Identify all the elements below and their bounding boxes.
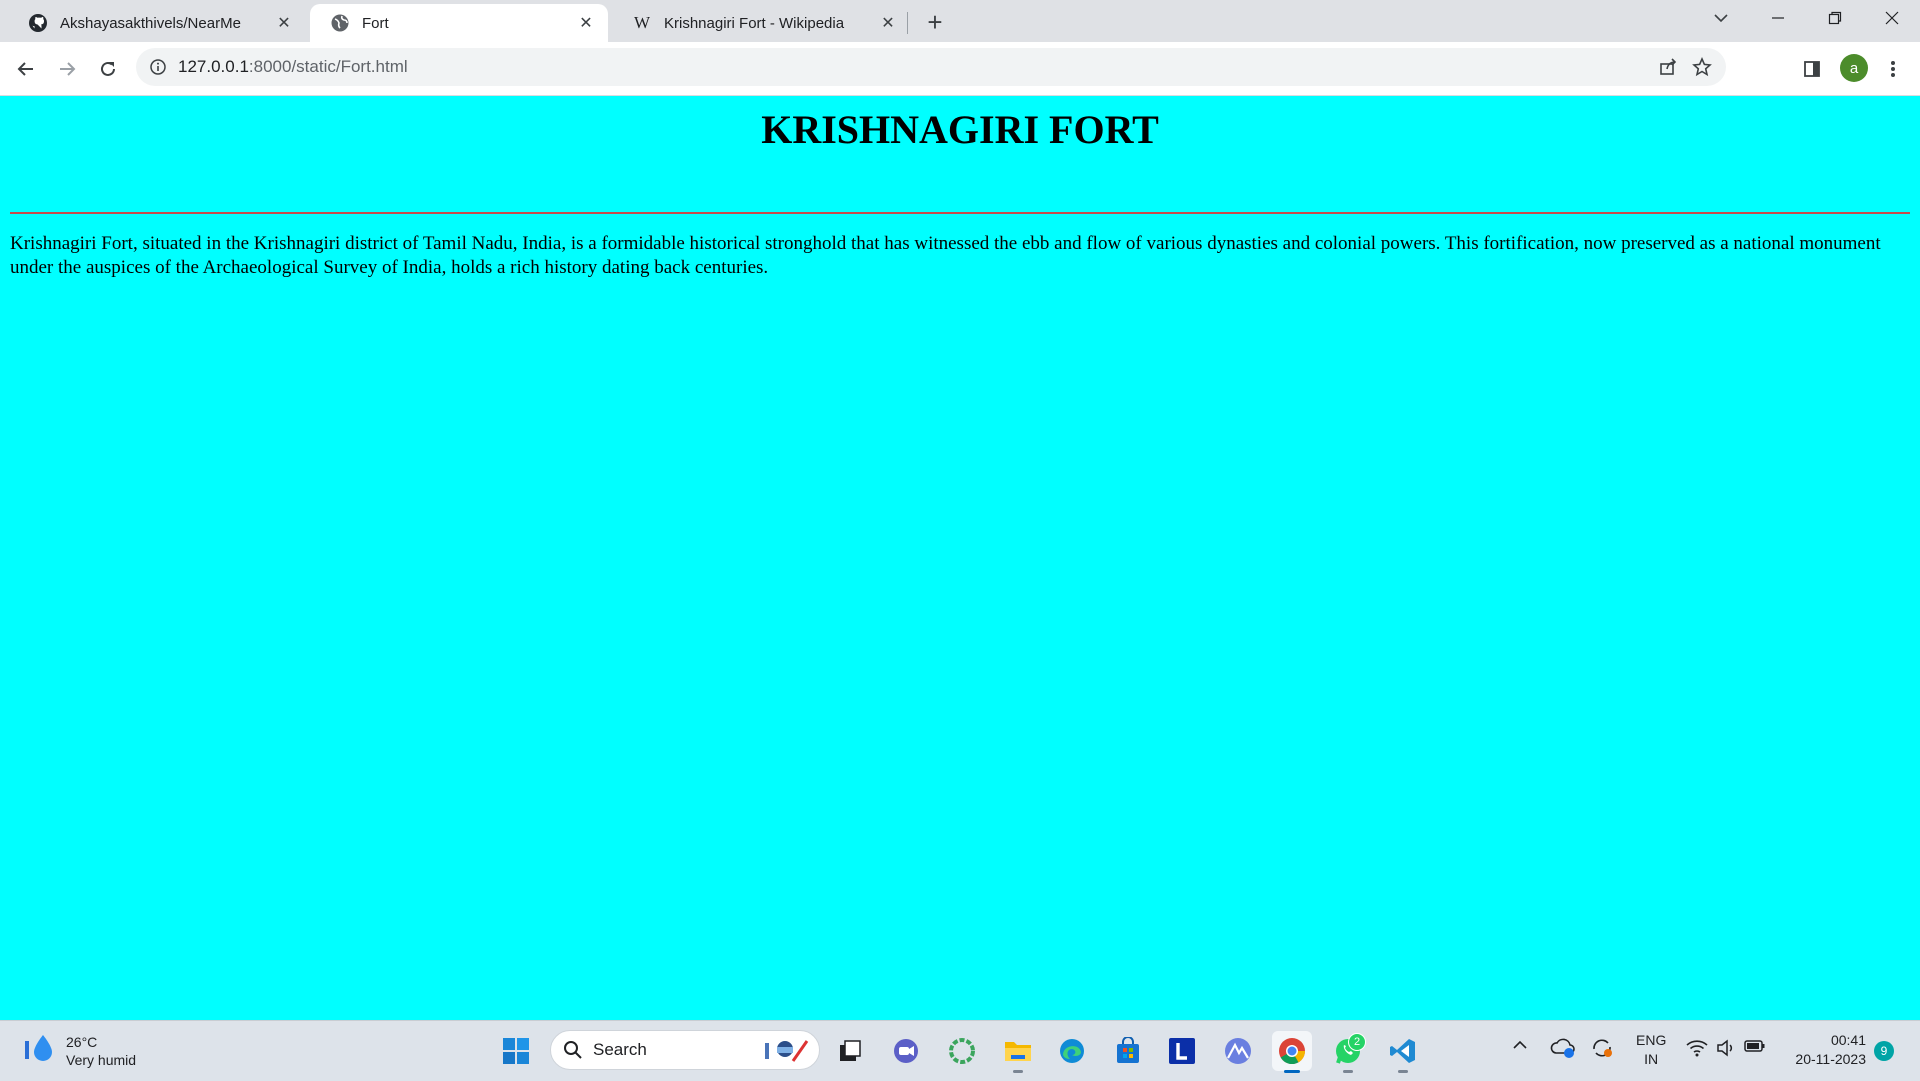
forward-button[interactable] — [51, 53, 83, 85]
running-indicator — [1013, 1070, 1023, 1073]
url-text: 127.0.0.1:8000/static/Fort.html — [178, 57, 408, 77]
omnibox-actions — [1658, 57, 1712, 82]
vscode-icon[interactable] — [1383, 1031, 1423, 1073]
running-indicator — [1343, 1070, 1353, 1073]
minimize-button[interactable] — [1749, 0, 1806, 36]
clock-time: 00:41 — [1830, 1032, 1866, 1048]
tab-label: Krishnagiri Fort - Wikipedia — [664, 14, 845, 32]
address-bar[interactable]: 127.0.0.1:8000/static/Fort.html — [136, 48, 1726, 86]
whatsapp-icon[interactable]: 2 — [1328, 1031, 1368, 1073]
humidity-drop-icon — [22, 1031, 56, 1070]
tab-label: Fort — [362, 14, 389, 32]
new-tab-button[interactable]: + — [921, 7, 949, 37]
start-button[interactable] — [496, 1031, 536, 1071]
region-code: IN — [1644, 1051, 1659, 1067]
system-clock[interactable]: 00:41 20-11-2023 — [1786, 1031, 1866, 1069]
menu-kebab-icon[interactable] — [1877, 53, 1909, 85]
search-label: Search — [593, 1040, 647, 1059]
mountain-app-icon[interactable] — [1218, 1031, 1258, 1071]
clock-date: 20-11-2023 — [1795, 1051, 1866, 1067]
edge-browser-icon[interactable] — [1052, 1031, 1092, 1071]
teams-chat-icon[interactable] — [886, 1031, 926, 1071]
weather-temperature: 26°C — [66, 1033, 98, 1050]
app-ring-icon[interactable] — [942, 1031, 982, 1071]
close-tab-icon[interactable]: ✕ — [274, 13, 294, 33]
onedrive-cloud-icon[interactable] — [1550, 1037, 1576, 1059]
tab-label: Akshayasakthivels/NearMe — [60, 14, 241, 32]
back-button[interactable] — [10, 53, 42, 85]
language-code: ENG — [1636, 1032, 1667, 1048]
l-app-icon[interactable] — [1162, 1031, 1202, 1071]
wifi-icon[interactable] — [1686, 1039, 1708, 1057]
github-icon — [28, 13, 48, 33]
tab-github[interactable]: Akshayasakthivels/NearMe ✕ — [8, 4, 306, 42]
whatsapp-badge: 2 — [1348, 1033, 1366, 1051]
language-indicator[interactable]: ENG IN — [1636, 1031, 1666, 1069]
window-controls — [1692, 0, 1920, 36]
weather-description: Very humid — [66, 1051, 137, 1068]
url-host: 127.0.0.1 — [178, 57, 249, 76]
tab-wikipedia[interactable]: W Krishnagiri Fort - Wikipedia ✕ — [612, 4, 910, 42]
reload-button[interactable] — [92, 53, 124, 85]
chrome-icon[interactable] — [1272, 1031, 1312, 1073]
horizontal-rule — [10, 212, 1910, 214]
tab-separator — [907, 12, 908, 34]
taskbar-search[interactable]: Search — [550, 1030, 820, 1070]
page-content: KRISHNAGIRI FORT Krishnagiri Fort, situa… — [0, 96, 1920, 1020]
browser-toolbar: 127.0.0.1:8000/static/Fort.html a — [0, 42, 1920, 96]
battery-icon[interactable] — [1744, 1039, 1766, 1053]
tab-strip: Akshayasakthivels/NearMe ✕ Fort ✕ W Kris… — [0, 0, 1920, 42]
windows-taskbar: 26°C Very humid Search 2 ENG IN 00:41 20… — [0, 1020, 1920, 1081]
weather-widget[interactable]: 26°C Very humid — [22, 1031, 136, 1070]
site-info-icon[interactable] — [148, 57, 168, 77]
task-view-icon[interactable] — [830, 1031, 870, 1071]
profile-avatar[interactable]: a — [1840, 54, 1868, 82]
close-window-button[interactable] — [1863, 0, 1920, 36]
notification-count-badge[interactable]: 9 — [1874, 1041, 1894, 1061]
url-path: :8000/static/Fort.html — [248, 57, 408, 76]
tab-search-icon[interactable] — [1692, 0, 1749, 36]
fort-description: Krishnagiri Fort, situated in the Krishn… — [10, 233, 1881, 278]
search-highlight-icon — [755, 1035, 811, 1070]
page-title: KRISHNAGIRI FORT — [761, 107, 1159, 152]
sync-icon[interactable] — [1590, 1037, 1614, 1059]
side-panel-icon[interactable] — [1796, 53, 1828, 85]
close-tab-icon[interactable]: ✕ — [576, 13, 596, 33]
tab-fort[interactable]: Fort ✕ — [310, 4, 608, 42]
show-hidden-icons-chevron-icon[interactable] — [1512, 1039, 1528, 1051]
bookmark-star-icon[interactable] — [1692, 57, 1712, 82]
active-indicator — [1284, 1070, 1300, 1073]
file-explorer-icon[interactable] — [998, 1031, 1038, 1073]
restore-button[interactable] — [1806, 0, 1863, 36]
running-indicator — [1398, 1070, 1408, 1073]
microsoft-store-icon[interactable] — [1108, 1031, 1148, 1071]
close-tab-icon[interactable]: ✕ — [878, 13, 898, 33]
wikipedia-icon: W — [633, 13, 651, 32]
volume-icon[interactable] — [1716, 1039, 1736, 1057]
share-icon[interactable] — [1658, 57, 1678, 82]
globe-icon — [330, 13, 350, 33]
search-icon — [563, 1040, 583, 1060]
